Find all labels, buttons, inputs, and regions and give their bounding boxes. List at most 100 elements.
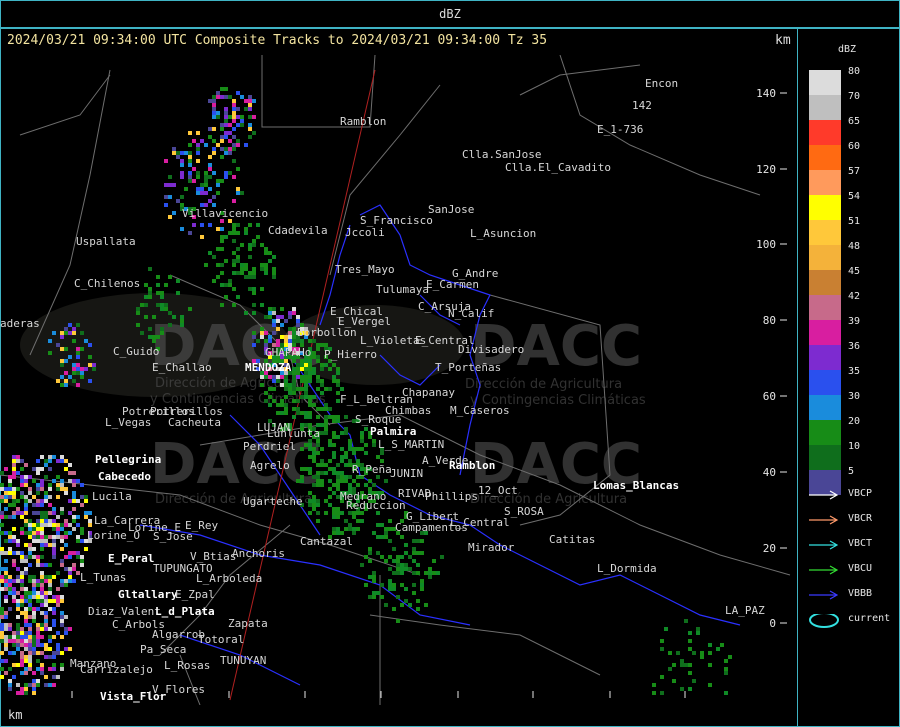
echo-pixel	[40, 663, 44, 667]
echo-pixel	[0, 635, 4, 639]
place-label: Ramblon	[340, 115, 386, 128]
echo-pixel	[368, 479, 372, 483]
echo-pixel	[24, 659, 28, 663]
echo-pixel	[268, 339, 272, 343]
echo-pixel	[24, 567, 28, 571]
echo-pixel	[40, 503, 44, 507]
echo-pixel	[172, 183, 176, 187]
echo-pixel	[52, 455, 56, 459]
echo-pixel	[80, 527, 84, 531]
echo-pixel	[40, 487, 44, 491]
echo-pixel	[352, 527, 356, 531]
place-label: Perdriel	[243, 440, 296, 453]
echo-pixel	[260, 335, 264, 339]
echo-pixel	[44, 495, 48, 499]
echo-pixel	[424, 603, 428, 607]
echo-pixel	[232, 175, 236, 179]
y-tick-label: 100	[756, 238, 776, 251]
echo-pixel	[376, 551, 380, 555]
echo-pixel	[56, 603, 60, 607]
echo-pixel	[160, 295, 164, 299]
echo-pixel	[44, 591, 48, 595]
echo-pixel	[4, 671, 8, 675]
echo-pixel	[20, 611, 24, 615]
echo-pixel	[376, 455, 380, 459]
echo-pixel	[56, 595, 60, 599]
echo-pixel	[32, 683, 36, 687]
echo-pixel	[224, 283, 228, 287]
echo-pixel	[52, 683, 56, 687]
echo-pixel	[20, 551, 24, 555]
echo-pixel	[432, 571, 436, 575]
echo-pixel	[220, 179, 224, 183]
echo-pixel	[324, 511, 328, 515]
echo-pixel	[188, 171, 192, 175]
place-label: Mirador	[468, 541, 515, 554]
echo-pixel	[296, 407, 300, 411]
echo-pixel	[68, 479, 72, 483]
echo-pixel	[8, 639, 12, 643]
echo-pixel	[48, 543, 52, 547]
echo-pixel	[336, 511, 340, 515]
echo-pixel	[32, 619, 36, 623]
echo-pixel	[12, 579, 16, 583]
echo-pixel	[332, 471, 336, 475]
echo-pixel	[276, 411, 280, 415]
echo-pixel	[64, 347, 68, 351]
echo-pixel	[180, 227, 184, 231]
echo-pixel	[332, 511, 336, 515]
echo-pixel	[328, 495, 332, 499]
dbz-color-scale	[809, 70, 841, 495]
echo-pixel	[4, 647, 8, 651]
echo-pixel	[288, 315, 292, 319]
echo-pixel	[364, 483, 368, 487]
echo-pixel	[72, 527, 76, 531]
echo-pixel	[4, 507, 8, 511]
scale-swatch	[809, 120, 841, 145]
echo-pixel	[4, 611, 8, 615]
echo-pixel	[40, 483, 44, 487]
place-label: N_Calif	[448, 307, 494, 320]
place-label: Diaz_Valent	[88, 605, 161, 618]
echo-pixel	[360, 431, 364, 435]
echo-pixel	[28, 683, 32, 687]
echo-pixel	[232, 223, 236, 227]
echo-pixel	[292, 383, 296, 387]
echo-pixel	[8, 483, 12, 487]
echo-pixel	[284, 339, 288, 343]
echo-pixel	[360, 435, 364, 439]
echo-pixel	[40, 583, 44, 587]
radar-map[interactable]: DACC Dirección de Agricultura y Continge…	[0, 55, 798, 705]
echo-pixel	[56, 483, 60, 487]
scale-label: 30	[848, 391, 861, 402]
echo-pixel	[324, 471, 328, 475]
place-label: TUNUYAN	[220, 654, 266, 667]
echo-pixel	[56, 675, 60, 679]
echo-pixel	[688, 647, 692, 651]
echo-pixel	[292, 359, 296, 363]
echo-pixel	[228, 115, 232, 119]
echo-pixel	[344, 431, 348, 435]
echo-pixel	[384, 559, 388, 563]
echo-pixel	[52, 331, 56, 335]
echo-pixel	[400, 535, 404, 539]
echo-pixel	[272, 307, 276, 311]
echo-pixel	[44, 627, 48, 631]
echo-pixel	[88, 511, 92, 515]
echo-pixel	[412, 583, 416, 587]
echo-pixel	[24, 635, 28, 639]
echo-pixel	[220, 135, 224, 139]
echo-pixel	[204, 183, 208, 187]
echo-pixel	[8, 579, 12, 583]
echo-pixel	[324, 387, 328, 391]
echo-pixel	[4, 643, 8, 647]
echo-pixel	[308, 339, 312, 343]
echo-pixel	[396, 595, 400, 599]
echo-pixel	[80, 495, 84, 499]
echo-pixel	[196, 175, 200, 179]
echo-pixel	[32, 503, 36, 507]
echo-pixel	[32, 607, 36, 611]
echo-pixel	[160, 307, 164, 311]
echo-pixel	[28, 527, 32, 531]
scale-label: 51	[848, 216, 861, 227]
